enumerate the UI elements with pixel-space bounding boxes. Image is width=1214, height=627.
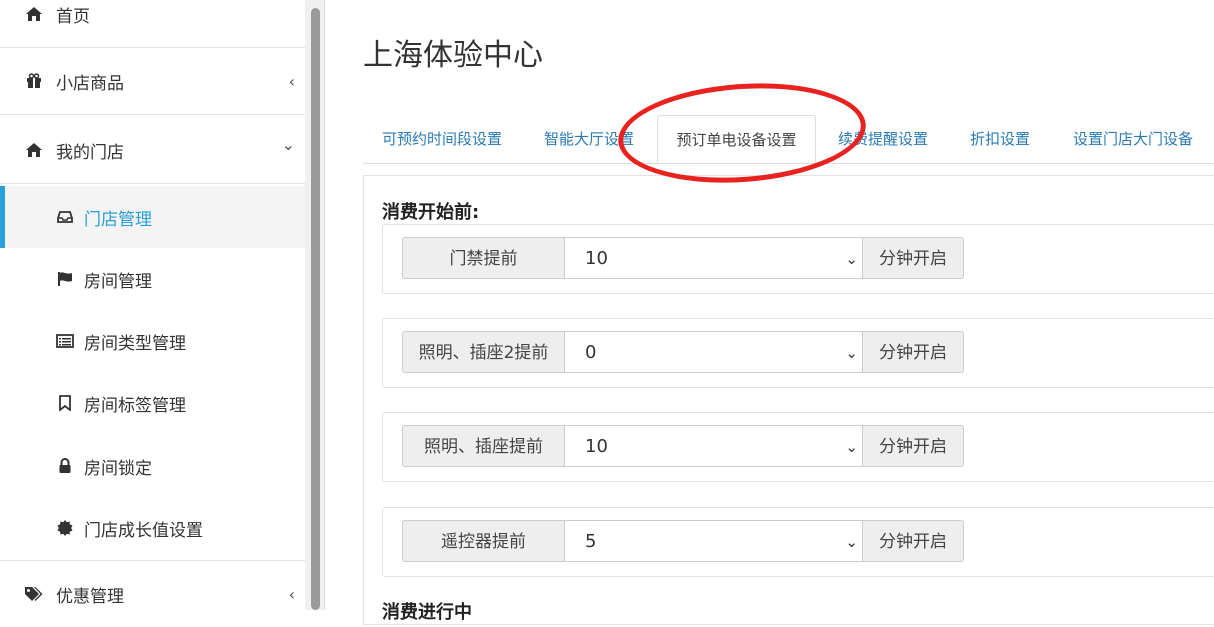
sidebar-item-label: 首页 (56, 6, 90, 27)
tab-order-power-device[interactable]: 预订单电设备设置 (657, 115, 816, 163)
setting-row: 照明、插座提前 10 ⌄ 分钟开启 (382, 412, 1214, 482)
sidebar-item-label: 小店商品 (56, 73, 124, 94)
setting-label: 照明、插座提前 (402, 425, 565, 467)
sidebar-item-shop-goods[interactable]: 小店商品 ‹ (0, 48, 305, 115)
gift-icon (24, 73, 44, 89)
tab-renewal-reminder[interactable]: 续费提醒设置 (838, 115, 928, 163)
sidebar-item-home[interactable]: 首页 (0, 0, 305, 48)
tab-smart-hall[interactable]: 智能大厅设置 (544, 115, 634, 163)
input-group: 照明、插座提前 10 ⌄ 分钟开启 (402, 425, 964, 467)
bookmark-icon (56, 395, 74, 411)
setting-label: 门禁提前 (402, 237, 565, 279)
setting-suffix: 分钟开启 (863, 237, 964, 279)
tags-icon (24, 586, 44, 602)
flag-icon (56, 271, 74, 287)
sidebar-item-my-store[interactable]: 我的门店 ⌄ (0, 117, 305, 184)
sidebar-item-room-lock[interactable]: 房间锁定 (0, 435, 305, 497)
chevron-down-icon: ⌄ (281, 135, 295, 154)
sidebar-item-promo[interactable]: 优惠管理 ‹ (0, 560, 305, 627)
badge-icon (56, 520, 74, 536)
select-value: 5 (585, 531, 597, 552)
section-title: 消费开始前: (382, 202, 480, 223)
minutes-select[interactable]: 10 ⌄ (565, 425, 863, 467)
chevron-down-icon: ⌄ (845, 438, 858, 456)
input-group: 门禁提前 10 ⌄ 分钟开启 (402, 237, 964, 279)
setting-row: 遥控器提前 5 ⌄ 分钟开启 (382, 507, 1214, 577)
sidebar-item-label: 我的门店 (56, 142, 124, 163)
setting-row: 照明、插座2提前 0 ⌄ 分钟开启 (382, 318, 1214, 388)
input-group: 遥控器提前 5 ⌄ 分钟开启 (402, 520, 964, 562)
select-value: 10 (585, 248, 608, 269)
minutes-select[interactable]: 10 ⌄ (565, 237, 863, 279)
sidebar-item-label: 房间锁定 (84, 458, 152, 479)
sidebar-item-label: 房间管理 (84, 271, 152, 292)
setting-suffix: 分钟开启 (863, 520, 964, 562)
chevron-down-icon: ⌄ (845, 250, 858, 268)
chevron-left-icon: ‹ (288, 71, 295, 91)
sidebar-item-label: 优惠管理 (56, 586, 124, 607)
section-title-in-progress: 消费进行中 (382, 602, 472, 623)
chevron-down-icon: ⌄ (845, 344, 858, 362)
sidebar-item-room-type[interactable]: 房间类型管理 (0, 310, 305, 372)
main-content: 上海体验中心 可预约时间段设置 智能大厅设置 预订单电设备设置 续费提醒设置 折… (326, 0, 1214, 625)
setting-suffix: 分钟开启 (863, 425, 964, 467)
input-group: 照明、插座2提前 0 ⌄ 分钟开启 (402, 331, 964, 373)
sidebar-item-store-management[interactable]: 门店管理 (0, 186, 305, 248)
page-title: 上海体验中心 (363, 38, 543, 73)
sidebar-item-room-tag[interactable]: 房间标签管理 (0, 372, 305, 434)
home-icon (24, 6, 44, 22)
list-icon (56, 334, 74, 348)
sidebar-item-label: 门店管理 (84, 209, 152, 230)
tab-discount[interactable]: 折扣设置 (970, 115, 1030, 163)
settings-tabs: 可预约时间段设置 智能大厅设置 预订单电设备设置 续费提醒设置 折扣设置 设置门… (363, 115, 1214, 164)
chevron-left-icon: ‹ (288, 584, 295, 604)
setting-label: 照明、插座2提前 (402, 331, 565, 373)
sidebar-item-label: 房间类型管理 (84, 333, 186, 354)
home-icon (24, 142, 44, 158)
sidebar-item-growth-value[interactable]: 门店成长值设置 (0, 497, 305, 559)
minutes-select[interactable]: 5 ⌄ (565, 520, 863, 562)
tab-booking-time[interactable]: 可预约时间段设置 (382, 115, 502, 163)
setting-row: 门禁提前 10 ⌄ 分钟开启 (382, 224, 1214, 294)
setting-label: 遥控器提前 (402, 520, 565, 562)
sidebar-item-label: 房间标签管理 (84, 395, 186, 416)
sidebar: 首页 小店商品 ‹ 我的门店 ⌄ 门店管理 房间管理 房间类型管理 房间标签管理… (0, 0, 305, 610)
sidebar-item-room-management[interactable]: 房间管理 (0, 248, 305, 310)
tab-store-gate-device[interactable]: 设置门店大门设备 (1073, 115, 1193, 163)
select-value: 0 (585, 342, 597, 363)
minutes-select[interactable]: 0 ⌄ (565, 331, 863, 373)
inbox-icon (56, 210, 74, 224)
chevron-down-icon: ⌄ (845, 533, 858, 551)
lock-icon (56, 458, 74, 474)
sidebar-scrollbar-thumb[interactable] (311, 8, 320, 610)
select-value: 10 (585, 436, 608, 457)
setting-suffix: 分钟开启 (863, 331, 964, 373)
sidebar-item-label: 门店成长值设置 (84, 520, 203, 541)
